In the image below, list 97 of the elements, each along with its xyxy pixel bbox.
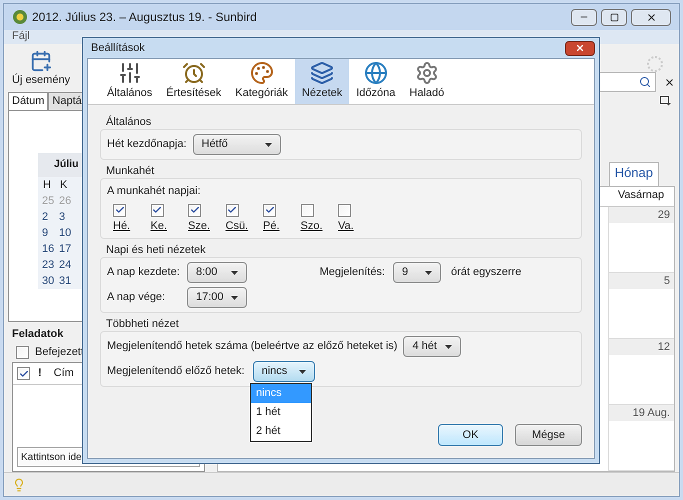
group-title: Napi és heti nézetek [105, 243, 206, 257]
day-checkbox[interactable] [263, 204, 276, 216]
checkbox-label: Hé. [113, 218, 130, 234]
maximize-button[interactable] [601, 8, 627, 26]
column-header[interactable]: ! [38, 365, 42, 382]
day-number[interactable]: 9 [42, 225, 59, 241]
field-label: A nap vége: [107, 290, 166, 306]
preferences-tab[interactable]: Értesítések [159, 59, 228, 104]
day-number[interactable]: 23 [42, 257, 59, 273]
day-number: 29 [609, 207, 674, 223]
day-number: 19 Aug. [609, 405, 674, 421]
day-checkbox[interactable] [338, 204, 351, 216]
day-number[interactable]: 17 [59, 241, 76, 257]
calendar-plus-icon [30, 50, 52, 72]
gear-icon [414, 61, 439, 86]
globe-icon [364, 61, 388, 86]
close-button[interactable] [565, 40, 595, 56]
cancel-button[interactable]: Mégse [515, 424, 582, 446]
minimize-button[interactable] [571, 8, 597, 26]
dropdown-option[interactable]: 2 hét [251, 422, 311, 441]
caret-icon [231, 296, 238, 300]
panel-title: Feladatok [11, 327, 64, 342]
checkbox-label: Pé. [263, 218, 280, 234]
close-icon[interactable] [664, 76, 675, 88]
close-icon [646, 12, 656, 22]
checkbox-label: Szo. [300, 218, 323, 234]
preferences-tab[interactable]: Nézetek [294, 59, 350, 104]
window-title: 2012. Július 23. – Augusztus 19. - Sunbird [32, 9, 257, 26]
sliders-icon [118, 61, 142, 86]
group-title: Általános [105, 115, 152, 129]
day-number[interactable]: 10 [59, 225, 76, 241]
field-label: A nap kezdete: [107, 265, 181, 280]
menu-item[interactable]: Fájl [12, 30, 30, 42]
day-number: 12 [609, 339, 674, 355]
checkbox-label: Sze. [188, 218, 210, 234]
field-label: Hét kezdőnapja: [107, 137, 186, 152]
month-title: Júliu [54, 156, 79, 172]
search-icon [639, 76, 651, 88]
close-button[interactable] [631, 8, 671, 26]
day-number[interactable]: 24 [59, 257, 76, 273]
caret-icon [425, 270, 432, 274]
preferences-tab[interactable]: Haladó [402, 59, 452, 104]
day-number[interactable]: 3 [59, 209, 76, 225]
field-label: A munkahét napjai: [107, 184, 201, 199]
field-label: Megjelenítés: [318, 265, 386, 280]
day-number: 5 [609, 273, 674, 289]
day-checkbox[interactable] [300, 204, 314, 216]
weekday-label: H [43, 178, 52, 192]
day-number[interactable]: 30 [42, 273, 59, 289]
day-checkbox[interactable] [226, 204, 238, 216]
group-title: Többheti nézet [105, 317, 179, 331]
field-label: Megjelenítendő hetek száma (beleértve az előző heteket is) [107, 339, 398, 354]
hours-dropdown[interactable]: 9 [393, 262, 441, 283]
palette-icon [250, 61, 274, 86]
checkbox-label: Va. [338, 218, 354, 234]
tab[interactable]: Dátum [8, 92, 48, 110]
app-logo-icon [12, 9, 28, 25]
previous-weeks-dropdown[interactable]: nincs [252, 361, 315, 382]
checkbox-label: Ke. [150, 218, 168, 234]
caret-icon [298, 370, 306, 374]
dropdown-option[interactable]: 1 hét [251, 403, 311, 422]
lightbulb-icon [12, 478, 26, 492]
weekday-label: K [60, 178, 68, 192]
group-title: Munkahét [105, 164, 154, 178]
tab[interactable]: Hónap [608, 162, 659, 186]
weeks-dropdown[interactable]: 4 hét [403, 336, 462, 357]
calendar-icon [660, 96, 671, 106]
checkbox-label: Befejezett [35, 344, 84, 360]
day-checkbox[interactable] [113, 204, 126, 216]
checkbox-label: Csü. [226, 218, 248, 234]
dialog-title: Beállítások [90, 40, 145, 56]
day-checkbox[interactable] [188, 204, 201, 216]
field-label: Megjelenítendő előző hetek: [107, 364, 245, 380]
preferences-tab[interactable]: Időzóna [349, 59, 402, 104]
alarm-clock-icon [182, 61, 206, 86]
day-start-dropdown[interactable]: 8:00 [187, 262, 247, 283]
day-end-dropdown[interactable]: 17:00 [187, 287, 247, 308]
maximize-icon [610, 12, 618, 22]
day-number[interactable]: 16 [42, 241, 59, 257]
day-number[interactable]: 2 [42, 209, 59, 225]
caret-icon [445, 344, 452, 348]
checkbox[interactable] [16, 346, 29, 358]
day-checkbox[interactable] [150, 204, 164, 216]
column-header: Vasárnap [616, 188, 666, 203]
done-checkbox[interactable] [17, 367, 30, 380]
close-icon [575, 43, 585, 53]
week-start-dropdown[interactable]: Hétfő [192, 134, 280, 155]
ok-button[interactable]: OK [438, 424, 503, 446]
day-number[interactable]: 31 [59, 273, 76, 289]
preferences-tab[interactable]: Kategóriák [228, 59, 295, 104]
new-event-button[interactable]: Új esemény [12, 50, 70, 88]
caret-icon [231, 270, 238, 274]
preferences-tab[interactable]: Általános [100, 59, 160, 104]
field-label: órát egyszerre [451, 265, 522, 280]
layers-icon [310, 61, 334, 86]
caret-icon [264, 142, 272, 146]
column-header[interactable]: Cím [54, 365, 74, 382]
